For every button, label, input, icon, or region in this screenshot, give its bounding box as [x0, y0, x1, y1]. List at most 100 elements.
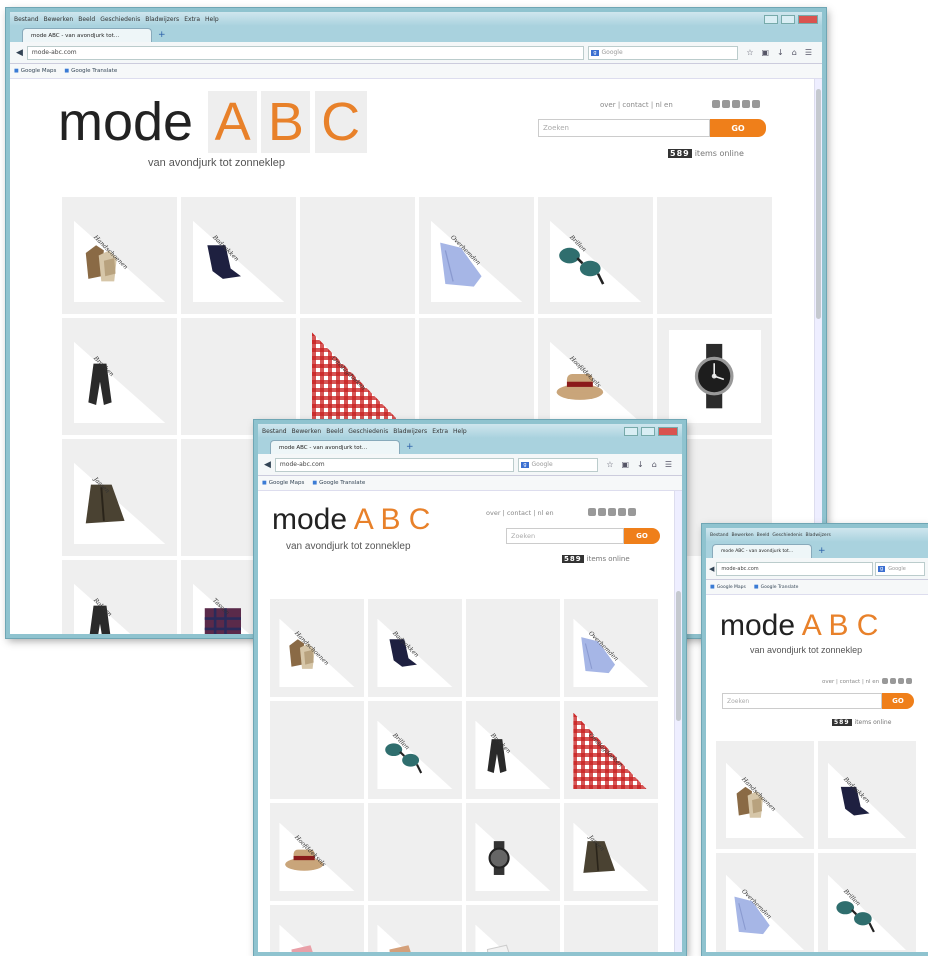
category-tile[interactable]: Brillen [818, 853, 916, 952]
site-search-button[interactable]: GO [710, 119, 766, 137]
address-bar[interactable]: mode-abc.com [26, 45, 585, 60]
category-tile[interactable]: Badpakken [181, 197, 296, 314]
menu-item[interactable]: Bestand [710, 533, 728, 538]
category-tile[interactable]: Badpakken [368, 599, 462, 697]
facebook-icon[interactable] [890, 678, 896, 684]
category-tile[interactable]: Omslagdoeken [564, 701, 658, 799]
menu-item[interactable]: Extra [432, 428, 448, 435]
category-tile[interactable]: Overhemden [564, 599, 658, 697]
site-search-input[interactable]: Zoeken [538, 119, 710, 137]
maximize-button[interactable] [781, 14, 795, 24]
category-tile[interactable] [466, 905, 560, 952]
category-tile[interactable]: Badpakken [818, 741, 916, 849]
site-logo[interactable]: mode A B C [272, 503, 430, 537]
menu-item[interactable]: Bewerken [731, 533, 753, 538]
scrollbar-thumb[interactable] [676, 591, 681, 721]
category-tile[interactable]: Jassen [564, 803, 658, 901]
menu-item[interactable]: Bladwijzers [145, 16, 179, 23]
menu-item[interactable]: Geschiedenis [348, 428, 388, 435]
category-tile[interactable]: Omslagdoeken [300, 318, 415, 435]
browser-tab[interactable]: mode ABC - van avondjurk tot... [270, 440, 400, 454]
menu-item[interactable]: Help [453, 428, 467, 435]
category-tile[interactable] [466, 803, 560, 901]
download-icon[interactable]: ↓ [777, 48, 784, 57]
back-arrow-icon[interactable]: ◀ [16, 48, 23, 58]
category-tile[interactable]: Handschoenen [716, 741, 814, 849]
search-bar[interactable]: g Google [588, 45, 739, 60]
star-icon[interactable]: ☆ [746, 48, 753, 57]
facebook-icon[interactable] [598, 508, 606, 516]
bookmark-google-translate[interactable]: Google Translate [312, 480, 365, 486]
twitter-icon[interactable] [618, 508, 626, 516]
google-plus-icon[interactable] [898, 678, 904, 684]
category-tile[interactable]: Hoofddeksels [538, 318, 653, 435]
menu-item[interactable]: Geschiedenis [772, 533, 802, 538]
search-bar[interactable]: g Google [518, 457, 599, 472]
browser-tab[interactable]: mode ABC - van avondjurk tot... [22, 28, 152, 42]
home-icon[interactable]: ⌂ [652, 460, 657, 469]
back-arrow-icon[interactable]: ◀ [709, 565, 714, 573]
category-tile[interactable]: Brillen [368, 701, 462, 799]
menu-item[interactable]: Bewerken [44, 16, 74, 23]
category-tile[interactable]: Handschoenen [62, 197, 177, 314]
menu-item[interactable]: Bladwijzers [393, 428, 427, 435]
site-search-button[interactable]: GO [882, 693, 914, 709]
menu-icon[interactable]: ☰ [805, 48, 812, 57]
back-arrow-icon[interactable]: ◀ [264, 460, 271, 470]
site-search-button[interactable]: GO [624, 528, 660, 544]
bookmark-google-maps[interactable]: Google Maps [14, 68, 57, 74]
menu-icon[interactable]: ☰ [665, 460, 672, 469]
address-bar[interactable]: mode-abc.com [274, 457, 515, 472]
top-links[interactable]: over | contact | nl en [822, 679, 879, 685]
facebook-icon[interactable] [722, 100, 730, 108]
search-bar[interactable]: g Google [875, 561, 925, 576]
home-icon[interactable]: ⌂ [792, 48, 797, 57]
top-links[interactable]: over | contact | nl en [486, 509, 554, 517]
new-tab-button[interactable]: + [406, 440, 414, 454]
scrollbar[interactable] [674, 491, 682, 952]
instagram-icon[interactable] [752, 100, 760, 108]
download-icon[interactable]: ↓ [637, 460, 644, 469]
menu-item[interactable]: Extra [184, 16, 200, 23]
bookmark-google-translate[interactable]: Google Translate [64, 68, 117, 74]
twitter-icon[interactable] [742, 100, 750, 108]
bookmark-google-maps[interactable]: Google Maps [262, 480, 305, 486]
close-button[interactable] [798, 14, 818, 24]
menu-item[interactable]: Geschiedenis [100, 16, 140, 23]
email-icon[interactable] [588, 508, 596, 516]
star-icon[interactable]: ☆ [606, 460, 613, 469]
category-tile[interactable]: Overhemden [419, 197, 534, 314]
category-tile[interactable]: Handschoenen [270, 599, 364, 697]
site-search-input[interactable]: Zoeken [722, 693, 882, 709]
category-tile[interactable]: Broeken [466, 701, 560, 799]
top-links[interactable]: over | contact | nl en [600, 101, 673, 109]
category-tile[interactable] [270, 905, 364, 952]
maximize-button[interactable] [641, 426, 655, 436]
menu-item[interactable]: Bladwijzers [805, 533, 830, 538]
google-plus-icon[interactable] [608, 508, 616, 516]
menu-item[interactable]: Bestand [262, 428, 287, 435]
category-tile[interactable]: Hoofddeksels [270, 803, 364, 901]
minimize-button[interactable] [624, 426, 638, 436]
category-tile[interactable] [657, 318, 772, 435]
new-tab-button[interactable]: + [818, 544, 826, 558]
menu-item[interactable]: Help [205, 16, 219, 23]
category-tile[interactable]: Brillen [538, 197, 653, 314]
category-tile[interactable]: Broeken [62, 318, 177, 435]
category-tile[interactable]: Overhemden [716, 853, 814, 952]
clipboard-icon[interactable]: ▣ [761, 48, 769, 57]
menu-item[interactable]: Beeld [326, 428, 343, 435]
category-tile[interactable]: Jassen [62, 439, 177, 556]
site-search-input[interactable]: Zoeken [506, 528, 624, 544]
bookmark-google-maps[interactable]: Google Maps [710, 584, 746, 590]
address-bar[interactable]: mode-abc.com [716, 561, 873, 576]
menu-item[interactable]: Bestand [14, 16, 39, 23]
google-plus-icon[interactable] [732, 100, 740, 108]
minimize-button[interactable] [764, 14, 778, 24]
twitter-icon[interactable] [906, 678, 912, 684]
site-logo[interactable]: mode ABC [58, 91, 371, 153]
clipboard-icon[interactable]: ▣ [621, 460, 629, 469]
menu-item[interactable]: Beeld [757, 533, 770, 538]
browser-tab[interactable]: mode ABC - van avondjurk tot... [712, 544, 812, 558]
instagram-icon[interactable] [628, 508, 636, 516]
